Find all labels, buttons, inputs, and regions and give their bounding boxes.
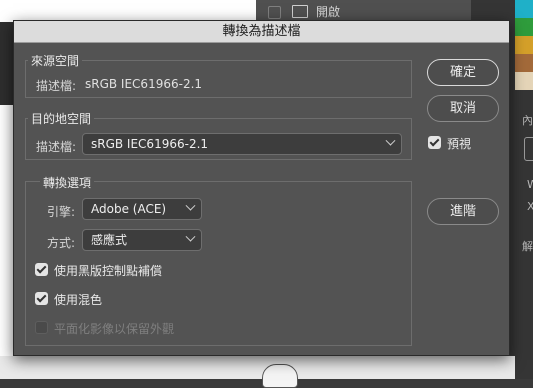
source-profile-value: sRGB IEC61966-2.1 (85, 77, 203, 91)
source-space-title: 來源空間 (28, 52, 83, 69)
swatch[interactable] (515, 54, 533, 72)
canvas-top-area (0, 0, 260, 22)
black-point-checkbox[interactable] (35, 263, 48, 276)
intent-select[interactable]: 感應式 (82, 229, 202, 251)
conversion-options-title: 轉換選項 (40, 174, 95, 191)
dither-checkbox[interactable] (35, 292, 48, 305)
panel-fragment-text: X (527, 200, 533, 213)
destination-profile-label: 描述檔: (36, 140, 77, 154)
swatch[interactable] (515, 72, 533, 90)
source-profile-label: 描述檔: (36, 79, 77, 93)
preview-label: 預視 (447, 137, 472, 151)
chevron-down-icon (385, 135, 396, 146)
cancel-button[interactable]: 取消 (427, 95, 499, 122)
layer-visibility-checkbox[interactable] (268, 6, 281, 19)
source-space-group (25, 60, 412, 98)
panel-fragment-text: 解 (522, 240, 533, 253)
flatten-label: 平面化影像以保留外觀 (54, 322, 175, 336)
canvas-bottom-area (0, 356, 515, 379)
preview-checkbox[interactable] (428, 136, 441, 149)
panel-fragment-text: 內 (522, 114, 533, 127)
mouse-image (262, 364, 298, 388)
panel-fragment-field (524, 137, 533, 161)
dialog-title: 轉換為描述檔 (14, 21, 509, 43)
black-point-label: 使用黑版控制點補償 (54, 264, 163, 278)
swatch[interactable] (515, 36, 533, 54)
layer-label: 開啟 (316, 5, 341, 19)
chevron-down-icon (185, 200, 196, 211)
swatches-column (515, 0, 533, 90)
intent-label: 方式: (47, 236, 76, 250)
ok-button[interactable]: 確定 (427, 59, 499, 86)
panel-fragment-text: W (527, 178, 533, 191)
engine-label: 引擎: (47, 205, 76, 219)
engine-select[interactable]: Adobe (ACE) (82, 198, 202, 220)
destination-profile-value: sRGB IEC61966-2.1 (91, 137, 209, 151)
advanced-button[interactable]: 進階 (427, 198, 499, 225)
destination-space-title: 目的地空間 (28, 110, 95, 127)
folder-icon (292, 5, 308, 18)
flatten-checkbox (35, 321, 48, 334)
swatch[interactable] (515, 18, 533, 36)
engine-value: Adobe (ACE) (91, 202, 167, 216)
destination-profile-select[interactable]: sRGB IEC61966-2.1 (82, 133, 402, 155)
dither-label: 使用混色 (54, 293, 103, 307)
chevron-down-icon (185, 231, 196, 242)
swatch[interactable] (515, 0, 533, 18)
convert-to-profile-dialog: 轉換為描述檔 來源空間 描述檔: sRGB IEC61966-2.1 目的地空間… (13, 20, 510, 356)
intent-value: 感應式 (91, 233, 128, 247)
